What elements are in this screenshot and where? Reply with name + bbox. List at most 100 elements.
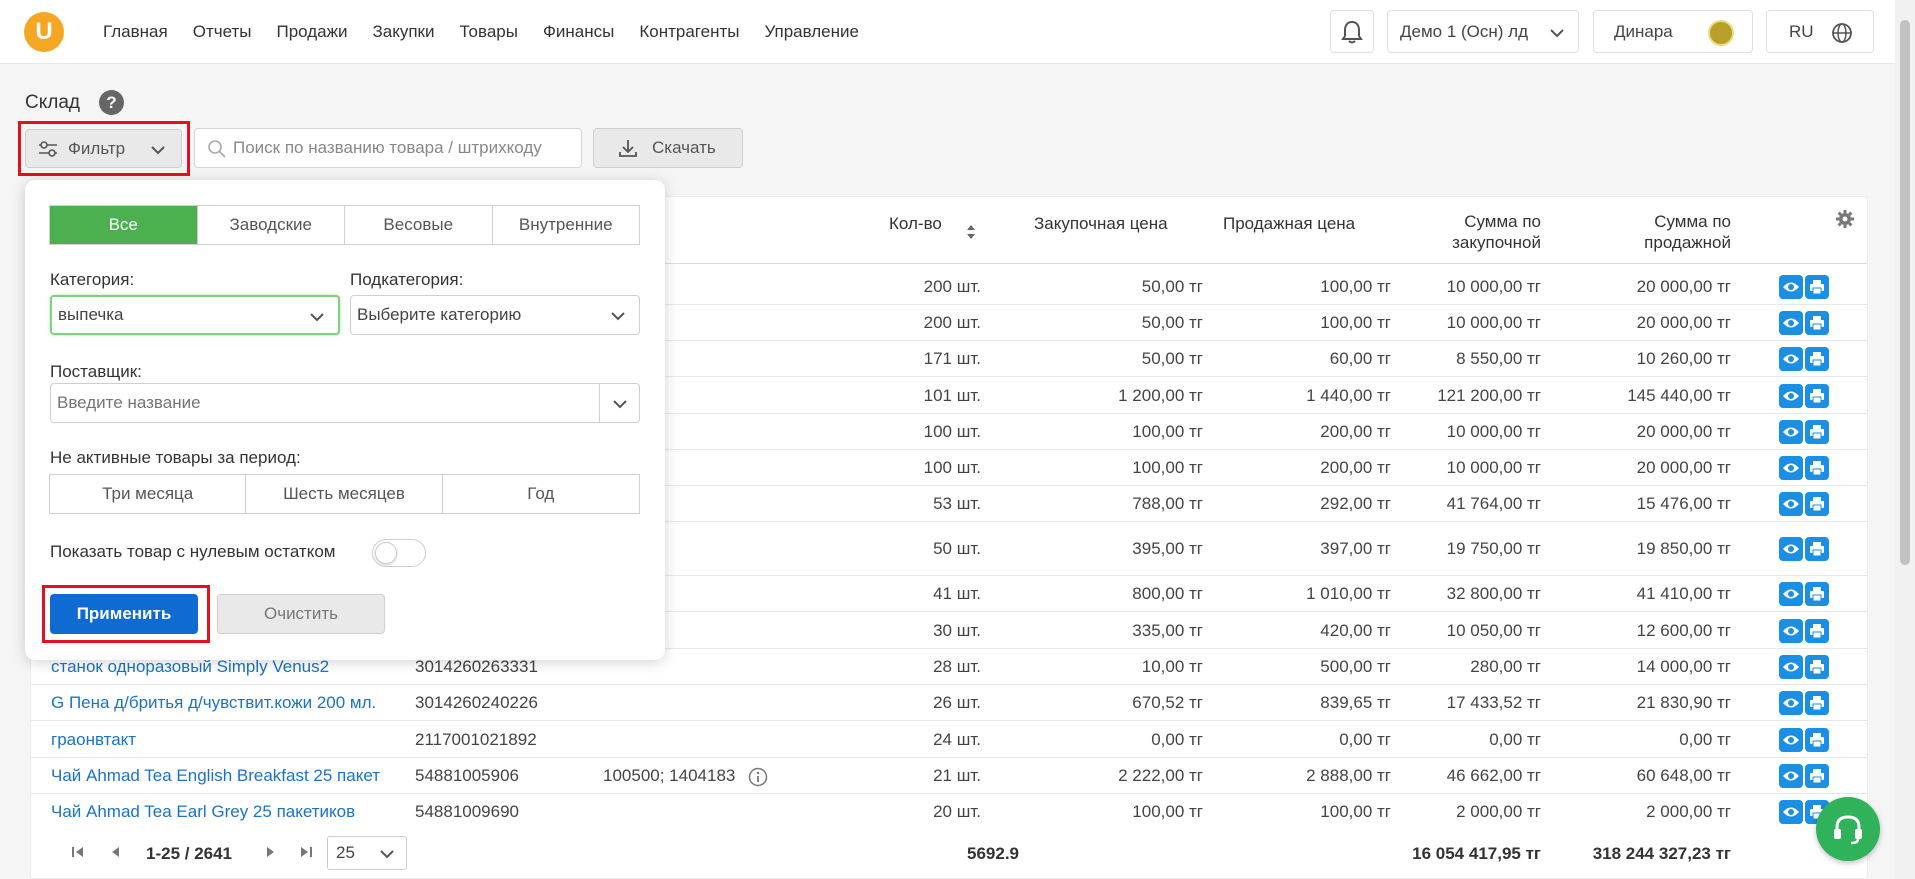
print-icon[interactable] (1805, 537, 1829, 561)
table-row: граонвтакт 2117001021892 24 шт. 0,00 тг 0,00… (31, 721, 1867, 758)
sum-sale-cell: 20 000,00 тг (1636, 313, 1731, 332)
view-icon[interactable] (1779, 311, 1803, 335)
product-name-link[interactable]: G Пена д/бритья д/чувствит.кожи 200 мл. (51, 693, 376, 713)
nav-item-management[interactable]: Управление (764, 22, 859, 42)
print-icon[interactable] (1805, 728, 1829, 752)
first-page-icon[interactable] (71, 845, 85, 859)
product-name-link[interactable]: граонвтакт (51, 730, 136, 750)
zero-stock-toggle[interactable] (372, 539, 426, 567)
product-name-link[interactable]: Чай Ahmad Tea English Breakfast 25 пакет (51, 766, 380, 786)
column-header-sum-purchase: Сумма по закупочной (1452, 212, 1541, 252)
print-icon[interactable] (1805, 619, 1829, 643)
print-icon[interactable] (1805, 347, 1829, 371)
nav-item-reports[interactable]: Отчеты (193, 22, 252, 42)
search-box[interactable] (194, 128, 582, 168)
category-select[interactable]: выпечка (50, 295, 340, 335)
table-row: G Пена д/бритья д/чувствит.кожи 200 мл. 3… (31, 685, 1867, 721)
print-icon[interactable] (1805, 275, 1829, 299)
purchase-price-cell: 100,00 тг (1132, 422, 1203, 441)
print-icon[interactable] (1805, 691, 1829, 715)
download-button[interactable]: Скачать (593, 128, 743, 168)
row-actions (1779, 619, 1829, 643)
print-icon[interactable] (1805, 420, 1829, 444)
scrollbar-thumb[interactable] (1900, 20, 1910, 565)
sum-purchase-cell: 10 050,00 тг (1446, 621, 1541, 640)
apply-button[interactable]: Применить (50, 594, 198, 634)
supplier-input[interactable] (57, 393, 587, 413)
nav-item-finance[interactable]: Финансы (543, 22, 614, 42)
purchase-price-cell: 100,00 тг (1132, 802, 1203, 821)
tab-factory[interactable]: Заводские (198, 206, 345, 244)
search-input[interactable] (233, 129, 573, 167)
table-row: Чай Ahmad Tea Earl Grey 25 пакетиков 5488… (31, 794, 1867, 830)
nav-item-purchases[interactable]: Закупки (372, 22, 434, 42)
row-actions (1779, 384, 1829, 408)
nav-item-home[interactable]: Главная (103, 22, 168, 42)
info-icon[interactable] (748, 767, 768, 787)
help-icon[interactable]: ? (99, 90, 124, 115)
tab-all[interactable]: Все (50, 206, 198, 244)
tab-weight[interactable]: Весовые (345, 206, 493, 244)
qty-cell: 24 шт. (933, 730, 981, 749)
print-icon[interactable] (1805, 582, 1829, 606)
print-icon[interactable] (1805, 764, 1829, 788)
view-icon[interactable] (1779, 800, 1803, 824)
clear-button[interactable]: Очистить (217, 594, 385, 634)
print-icon[interactable] (1805, 655, 1829, 679)
sum-purchase-cell: 46 662,00 тг (1446, 766, 1541, 785)
print-icon[interactable] (1805, 384, 1829, 408)
period-three-months[interactable]: Три месяца (50, 475, 247, 513)
period-six-months[interactable]: Шесть месяцев (246, 475, 443, 513)
page-size-select[interactable]: 25 (327, 836, 407, 870)
print-icon[interactable] (1805, 456, 1829, 480)
view-icon[interactable] (1779, 728, 1803, 752)
nav-item-contractors[interactable]: Контрагенты (639, 22, 739, 42)
view-icon[interactable] (1779, 420, 1803, 444)
filter-button[interactable]: Фильтр (25, 129, 182, 168)
gear-icon[interactable] (1835, 209, 1855, 229)
tab-internal[interactable]: Внутренние (493, 206, 640, 244)
view-icon[interactable] (1779, 537, 1803, 561)
view-icon[interactable] (1779, 384, 1803, 408)
subcategory-select[interactable]: Выберите категорию (350, 295, 640, 335)
period-year[interactable]: Год (443, 475, 639, 513)
print-icon[interactable] (1805, 311, 1829, 335)
sort-icon[interactable] (965, 223, 977, 241)
view-icon[interactable] (1779, 582, 1803, 606)
filter-button-label: Фильтр (68, 138, 126, 158)
notifications-button[interactable] (1330, 10, 1374, 53)
prev-page-icon[interactable] (109, 845, 121, 859)
category-label: Категория: (50, 270, 135, 289)
company-name: Демо 1 (Осн) лд (1400, 21, 1529, 41)
print-icon[interactable] (1805, 492, 1829, 516)
chevron-down-icon (1550, 29, 1564, 38)
qty-cell: 30 шт. (933, 621, 981, 640)
supplier-dropdown-toggle[interactable] (599, 384, 639, 422)
sum-purchase-total: 16 054 417,95 тг (1412, 844, 1541, 863)
download-button-label: Скачать (652, 138, 716, 157)
page-scrollbar[interactable] (1895, 0, 1915, 879)
nav-item-sales[interactable]: Продажи (276, 22, 347, 42)
view-icon[interactable] (1779, 492, 1803, 516)
product-name-link[interactable]: станок одноразовый Simply Venus2 (51, 657, 329, 677)
app-logo[interactable]: U (24, 12, 64, 52)
user-menu[interactable]: Динара (1593, 10, 1753, 53)
view-icon[interactable] (1779, 347, 1803, 371)
view-icon[interactable] (1779, 619, 1803, 643)
product-name-link[interactable]: Чай Ahmad Tea Earl Grey 25 пакетиков (51, 802, 355, 822)
row-actions (1779, 492, 1829, 516)
column-header-qty[interactable]: Кол-во (889, 213, 942, 234)
view-icon[interactable] (1779, 275, 1803, 299)
support-chat-button[interactable] (1816, 797, 1880, 861)
view-icon[interactable] (1779, 456, 1803, 480)
nav-item-products[interactable]: Товары (459, 22, 517, 42)
purchase-price-cell: 10,00 тг (1141, 657, 1203, 676)
company-select[interactable]: Демо 1 (Осн) лд (1387, 10, 1579, 53)
view-icon[interactable] (1779, 764, 1803, 788)
last-page-icon[interactable] (299, 845, 313, 859)
user-name: Динара (1614, 21, 1673, 41)
language-select[interactable]: RU (1766, 10, 1874, 53)
view-icon[interactable] (1779, 691, 1803, 715)
next-page-icon[interactable] (265, 845, 277, 859)
view-icon[interactable] (1779, 655, 1803, 679)
